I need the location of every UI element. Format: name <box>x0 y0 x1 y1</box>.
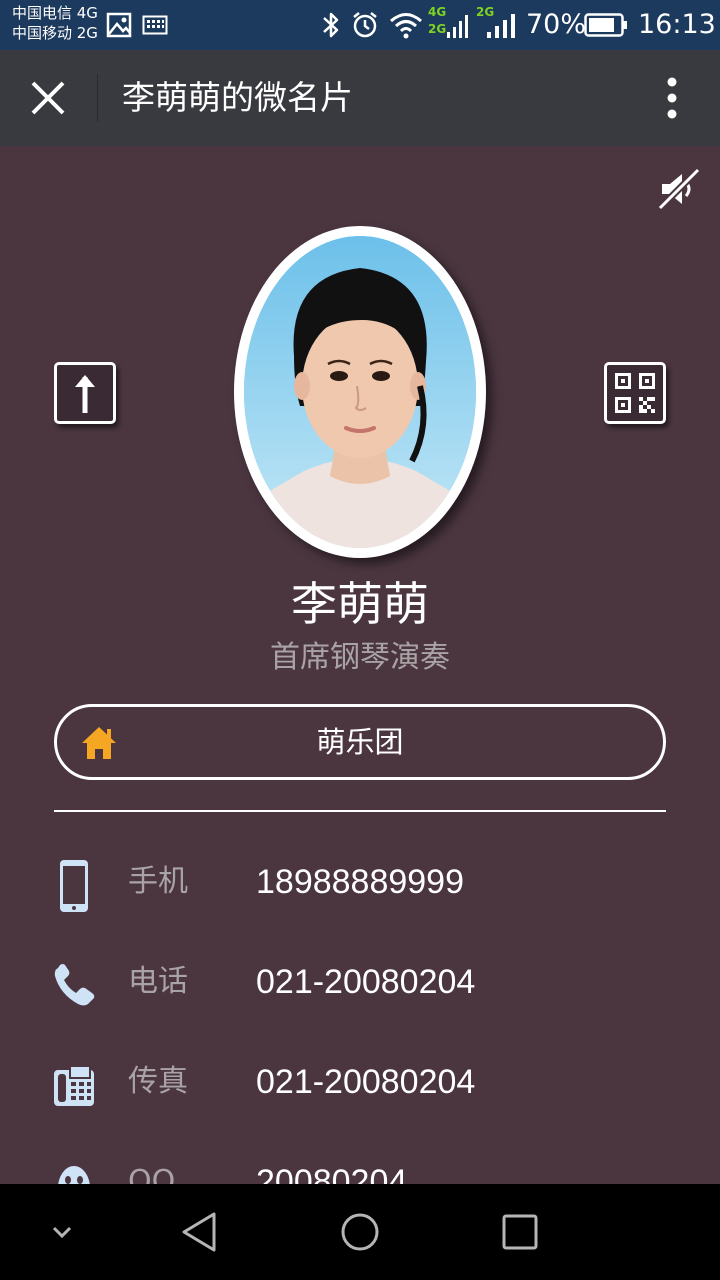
hide-navbar-chevron-icon[interactable] <box>40 1210 84 1254</box>
contact-label: QQ <box>128 1164 176 1184</box>
battery-percent: 70% <box>526 9 587 40</box>
qr-code-button[interactable] <box>604 362 666 424</box>
profile-name: 李萌萌 <box>291 577 429 631</box>
title-divider <box>97 74 98 122</box>
avatar-portrait <box>244 236 476 548</box>
signal-strength-icon-1 <box>447 15 468 38</box>
system-navigation-bar <box>0 1184 720 1280</box>
more-options-icon[interactable] <box>652 74 692 122</box>
carrier-1: 中国电信 4G <box>12 4 98 22</box>
qq-penguin-icon <box>58 1166 90 1184</box>
alarm-icon <box>353 12 377 38</box>
contact-label: 传真 <box>128 1064 188 1099</box>
contact-row-qq[interactable]: QQ 20080204 <box>0 1144 720 1184</box>
telephone-icon <box>54 964 95 1006</box>
company-button[interactable]: 萌乐团 <box>54 704 666 780</box>
contact-value: 021-20080204 <box>256 1063 476 1101</box>
contact-value: 18988889999 <box>256 863 465 901</box>
title-bar: 李萌萌的微名片 <box>0 50 720 146</box>
contact-row-fax[interactable]: 传真 021-20080204 <box>0 1044 720 1124</box>
music-mute-icon[interactable] <box>656 166 702 212</box>
contact-value: 20080204 <box>256 1163 408 1184</box>
qr-code-icon <box>615 373 655 413</box>
page-title: 李萌萌的微名片 <box>122 78 353 117</box>
clock: 16:13 <box>638 9 716 40</box>
carrier-info: 中国电信 4G 中国移动 2G <box>12 3 98 43</box>
business-card: 李萌萌 首席钢琴演奏 萌乐团 手机 18988889999 电话 021-200… <box>0 146 720 1184</box>
avatar-frame <box>234 226 486 558</box>
contact-label: 手机 <box>128 864 188 899</box>
mobile-phone-icon <box>60 860 88 912</box>
home-circle-icon[interactable] <box>338 1210 382 1254</box>
recent-apps-square-icon[interactable] <box>498 1210 542 1254</box>
signal-strength-icon-2 <box>487 14 515 38</box>
company-name: 萌乐团 <box>316 725 404 759</box>
share-button[interactable] <box>54 362 116 424</box>
contact-row-mobile[interactable]: 手机 18988889999 <box>0 844 720 924</box>
network-type-2g-a: 2G <box>428 22 447 36</box>
contact-value: 021-20080204 <box>256 963 476 1001</box>
section-divider <box>54 810 666 812</box>
contact-label: 电话 <box>128 964 188 999</box>
keyboard-icon <box>142 15 168 35</box>
fax-icon <box>54 1065 94 1106</box>
image-notification-icon <box>106 12 132 38</box>
carrier-2: 中国移动 2G <box>12 24 98 42</box>
close-icon[interactable] <box>22 72 74 124</box>
status-bar: 中国电信 4G 中国移动 2G 4G 2G 2G 70% 16:13 <box>0 0 720 50</box>
back-triangle-icon[interactable] <box>178 1210 222 1254</box>
bluetooth-icon <box>323 12 339 38</box>
wifi-icon <box>390 13 422 39</box>
contact-row-telephone[interactable]: 电话 021-20080204 <box>0 944 720 1024</box>
profile-job-title: 首席钢琴演奏 <box>270 640 450 675</box>
battery-icon <box>584 13 627 37</box>
upload-arrow-icon <box>75 375 95 413</box>
network-type-4g: 4G <box>428 5 447 19</box>
avatar <box>244 236 476 548</box>
